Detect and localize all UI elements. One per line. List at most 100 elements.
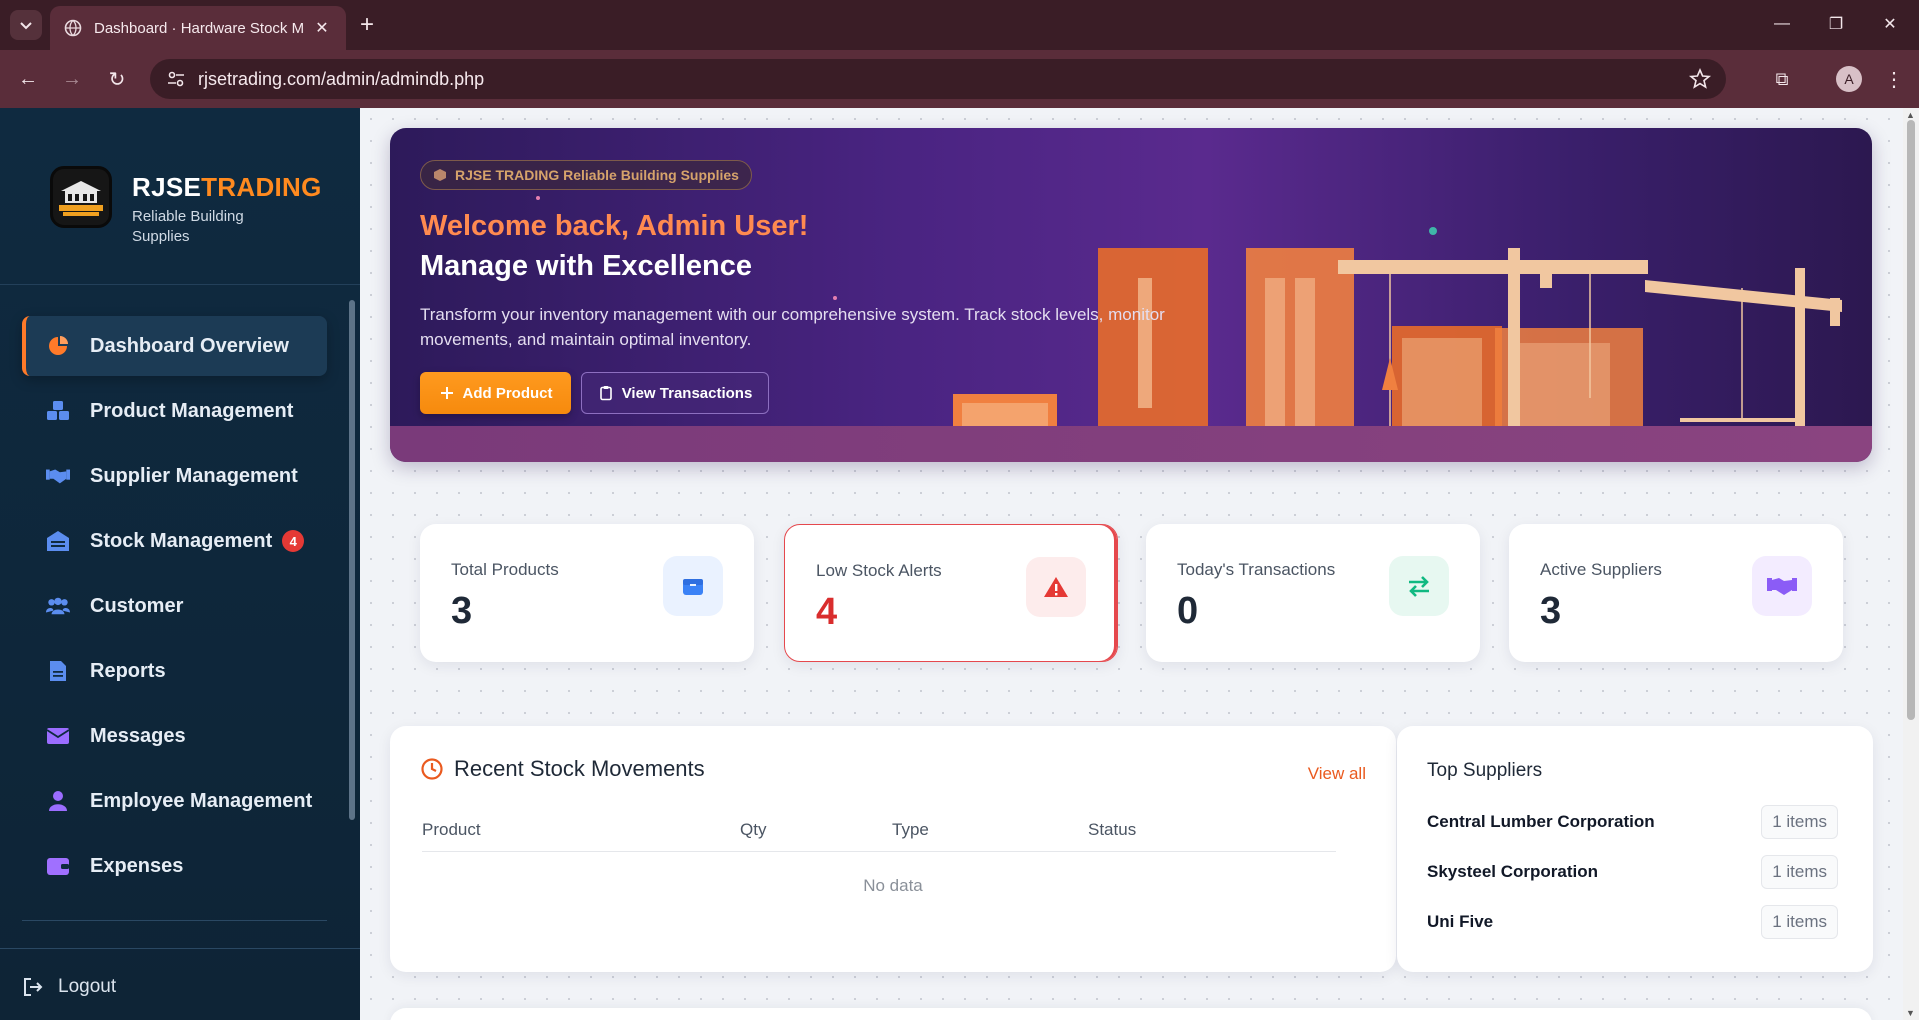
stat-card-low-stock-alerts[interactable]: Low Stock Alerts 4 bbox=[784, 524, 1118, 662]
stat-value: 3 bbox=[451, 590, 473, 632]
view-all-link[interactable]: View all bbox=[1308, 764, 1366, 784]
minimize-button[interactable]: — bbox=[1752, 8, 1812, 40]
view-transactions-button[interactable]: View Transactions bbox=[581, 372, 769, 414]
list-item[interactable]: Central Lumber Corporation 1 items bbox=[1427, 804, 1838, 840]
boxes-icon bbox=[46, 399, 70, 423]
sidebar-item-label: Messages bbox=[90, 724, 186, 747]
exchange-icon bbox=[1389, 556, 1449, 616]
warning-icon bbox=[1026, 557, 1086, 617]
sidebar-item-employee-management[interactable]: Employee Management bbox=[22, 771, 327, 831]
sidebar-item-messages[interactable]: Messages bbox=[22, 706, 327, 766]
reload-icon[interactable]: ↻ bbox=[103, 65, 131, 93]
pie-chart-icon bbox=[46, 334, 70, 358]
sidebar-item-product-management[interactable]: Product Management bbox=[22, 381, 327, 441]
sidebar-item-label: Dashboard Overview bbox=[90, 334, 289, 357]
supplier-name: Skysteel Corporation bbox=[1427, 862, 1598, 881]
logout-button[interactable]: Logout bbox=[22, 976, 116, 998]
address-bar[interactable]: rjsetrading.com/admin/admindb.php bbox=[150, 59, 1726, 99]
sidebar-scrollbar[interactable] bbox=[348, 288, 356, 948]
box-icon bbox=[663, 556, 723, 616]
supplier-name: Central Lumber Corporation bbox=[1427, 812, 1655, 831]
globe-icon bbox=[64, 19, 82, 37]
stat-label: Active Suppliers bbox=[1540, 560, 1662, 579]
page-scrollbar-thumb[interactable] bbox=[1907, 120, 1915, 720]
brand[interactable]: RJSETRADING Reliable Building Supplies bbox=[50, 166, 322, 247]
add-product-button[interactable]: Add Product bbox=[420, 372, 571, 414]
stat-card-todays-transactions[interactable]: Today's Transactions 0 bbox=[1146, 524, 1480, 662]
company-logo bbox=[50, 166, 112, 228]
view-transactions-label: View Transactions bbox=[621, 384, 753, 402]
add-product-label: Add Product bbox=[462, 384, 553, 402]
sidebar-divider bbox=[0, 948, 360, 949]
main-content: RJSE TRADING Reliable Building Supplies … bbox=[360, 108, 1900, 1020]
logout-label: Logout bbox=[58, 976, 117, 997]
list-item[interactable]: Uni Five 1 items bbox=[1427, 904, 1838, 940]
brand-pill: RJSE TRADING Reliable Building Supplies bbox=[420, 160, 752, 190]
sidebar-scrollbar-thumb[interactable] bbox=[349, 300, 355, 820]
stat-card-total-products[interactable]: Total Products 3 bbox=[420, 524, 754, 662]
browser-menu-icon[interactable]: ⋮ bbox=[1880, 65, 1908, 93]
sidebar-item-dashboard-overview[interactable]: Dashboard Overview bbox=[22, 316, 327, 376]
site-info-icon[interactable] bbox=[164, 67, 188, 91]
new-tab-button[interactable]: + bbox=[354, 11, 380, 38]
sidebar-item-label: Expenses bbox=[90, 854, 184, 877]
restore-button[interactable]: ❐ bbox=[1806, 8, 1866, 40]
warehouse-icon bbox=[46, 529, 70, 553]
list-item[interactable]: Skysteel Corporation 1 items bbox=[1427, 854, 1838, 890]
welcome-heading: Welcome back, Admin User! bbox=[420, 210, 809, 242]
profile-avatar[interactable]: A bbox=[1836, 66, 1862, 92]
banner-title: Manage with Excellence bbox=[420, 250, 753, 282]
stat-value: 4 bbox=[816, 591, 838, 633]
recent-stock-movements-title: Recent Stock Movements bbox=[454, 756, 705, 781]
empty-table-message: No data bbox=[863, 876, 923, 895]
brand-tagline: Reliable Building Supplies bbox=[132, 208, 244, 245]
sidebar: RJSETRADING Reliable Building Supplies D… bbox=[0, 108, 360, 1020]
stat-value: 3 bbox=[1540, 590, 1562, 632]
scroll-up-arrow-icon[interactable]: ▲ bbox=[1906, 110, 1915, 120]
users-icon bbox=[46, 594, 70, 618]
handshake-icon bbox=[1752, 556, 1812, 616]
sidebar-item-label: Employee Management bbox=[90, 789, 313, 812]
column-header-status[interactable]: Status bbox=[1088, 820, 1136, 840]
bookmark-star-icon[interactable] bbox=[1688, 67, 1712, 91]
top-suppliers-card: Top Suppliers Central Lumber Corporation… bbox=[1397, 726, 1873, 972]
forward-arrow-icon[interactable]: → bbox=[58, 65, 86, 93]
next-section-card bbox=[390, 1008, 1872, 1020]
sidebar-item-label: Customer bbox=[90, 594, 184, 617]
scroll-down-arrow-icon[interactable]: ▼ bbox=[1906, 1008, 1915, 1018]
banner-ground bbox=[390, 426, 1872, 462]
sidebar-item-label: Supplier Management bbox=[90, 464, 298, 487]
sidebar-divider bbox=[0, 284, 360, 285]
stat-label: Total Products bbox=[451, 560, 559, 579]
browser-tab-active[interactable]: Dashboard · Hardware Stock M ✕ bbox=[50, 6, 346, 50]
plus-icon bbox=[440, 387, 453, 399]
sidebar-item-supplier-management[interactable]: Supplier Management bbox=[22, 446, 327, 506]
chevron-down-icon bbox=[20, 22, 32, 30]
column-header-qty[interactable]: Qty bbox=[740, 820, 766, 840]
brand-pill-text: RJSE TRADING Reliable Building Supplies bbox=[455, 167, 739, 183]
back-arrow-icon[interactable]: ← bbox=[14, 65, 42, 93]
stat-label: Low Stock Alerts bbox=[816, 561, 942, 580]
sidebar-divider bbox=[22, 920, 327, 921]
tab-search-button[interactable] bbox=[10, 10, 42, 40]
column-header-product[interactable]: Product bbox=[422, 820, 481, 840]
clock-icon bbox=[421, 758, 443, 780]
page-scrollbar[interactable]: ▲ ▼ bbox=[1903, 108, 1919, 1020]
stat-value: 0 bbox=[1177, 590, 1199, 632]
extensions-puzzle-icon[interactable]: ⧉ bbox=[1768, 65, 1796, 93]
column-header-type[interactable]: Type bbox=[892, 820, 929, 840]
table-header: Product Qty Type Status bbox=[422, 818, 1336, 852]
tab-close-icon[interactable]: ✕ bbox=[312, 18, 332, 38]
supplier-item-count: 1 items bbox=[1761, 805, 1838, 839]
sidebar-item-label: Stock Management bbox=[90, 529, 273, 552]
close-window-button[interactable]: ✕ bbox=[1860, 8, 1919, 40]
url-text: rjsetrading.com/admin/admindb.php bbox=[198, 68, 485, 89]
sidebar-item-expenses[interactable]: Expenses bbox=[22, 836, 327, 896]
sidebar-item-stock-management[interactable]: Stock Management 4 bbox=[22, 511, 327, 571]
welcome-banner: RJSE TRADING Reliable Building Supplies … bbox=[390, 128, 1872, 462]
top-suppliers-title: Top Suppliers bbox=[1427, 760, 1543, 781]
sidebar-item-reports[interactable]: Reports bbox=[22, 641, 327, 701]
sidebar-item-customer[interactable]: Customer bbox=[22, 576, 327, 636]
sidebar-item-label: Reports bbox=[90, 659, 166, 682]
stat-card-active-suppliers[interactable]: Active Suppliers 3 bbox=[1509, 524, 1843, 662]
